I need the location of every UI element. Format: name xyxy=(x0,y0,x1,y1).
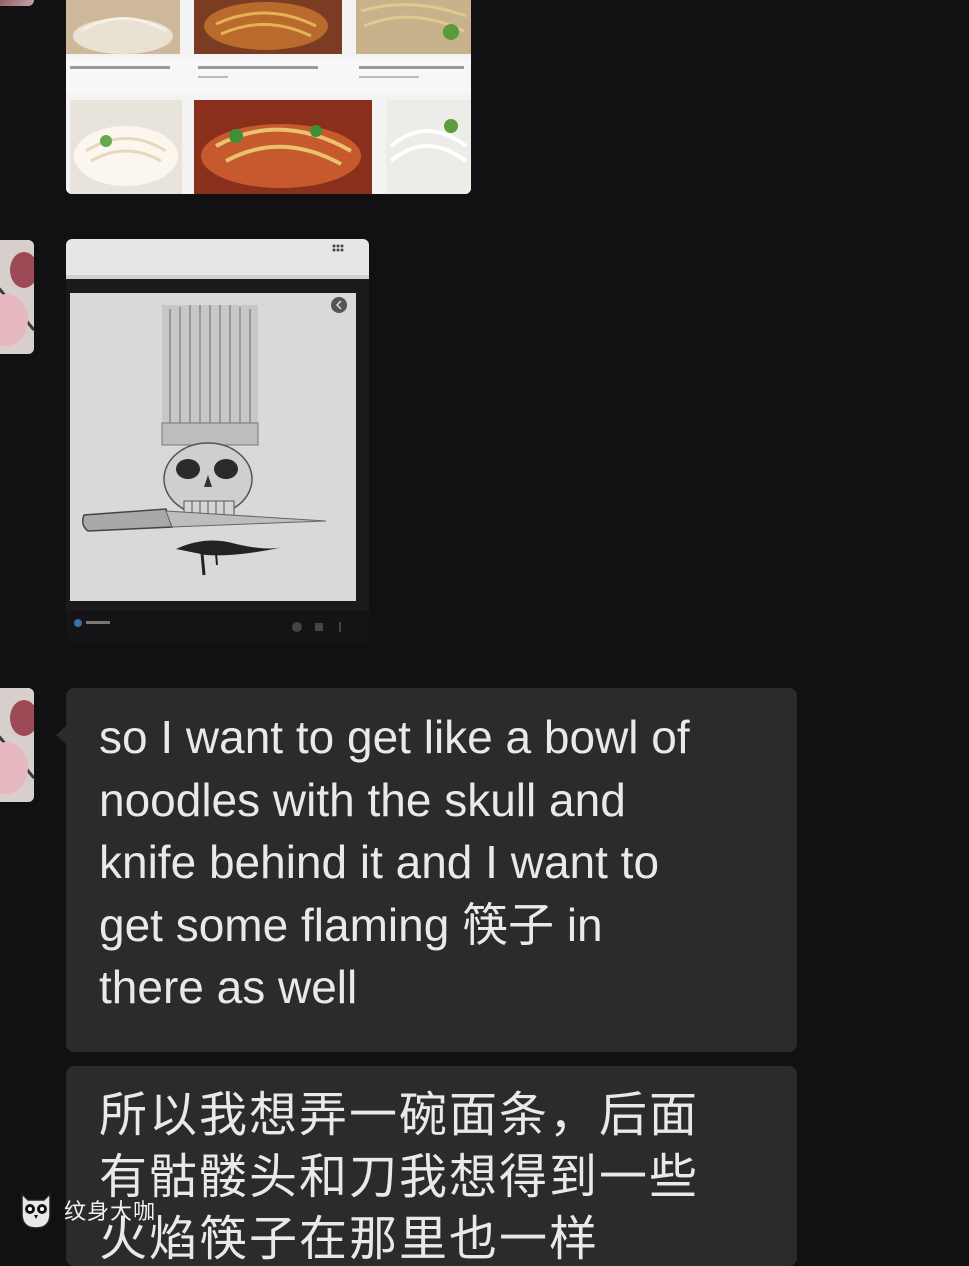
watermark-text: 纹身大咖 xyxy=(64,1200,157,1225)
bubble-tail xyxy=(56,726,66,744)
message-bubble-english[interactable]: so I want to get like a bowl of noodles … xyxy=(56,688,797,1052)
sender-avatar[interactable] xyxy=(0,688,34,802)
skull-chef-image[interactable] xyxy=(66,239,369,643)
message-text: so I want to get like a bowl of noodles … xyxy=(99,711,690,1013)
sender-avatar[interactable] xyxy=(0,240,34,354)
avatar-picture xyxy=(0,688,34,802)
message-text: 所以我想弄一碗面条，后面 有骷髅头和刀我想得到一些 火焰筷子在那里也一样 xyxy=(99,1087,700,1266)
noodle-grid-picture xyxy=(66,0,471,194)
watermark: 纹身大咖 xyxy=(18,1190,156,1230)
avatar-picture xyxy=(0,240,34,354)
owl-icon xyxy=(21,1192,51,1229)
skull-chef-picture xyxy=(66,239,369,643)
message-bubble-chinese[interactable]: 所以我想弄一碗面条，后面 有骷髅头和刀我想得到一些 火焰筷子在那里也一样 xyxy=(66,1066,797,1266)
sender-avatar[interactable] xyxy=(0,0,34,6)
noodle-search-image[interactable] xyxy=(66,0,471,194)
